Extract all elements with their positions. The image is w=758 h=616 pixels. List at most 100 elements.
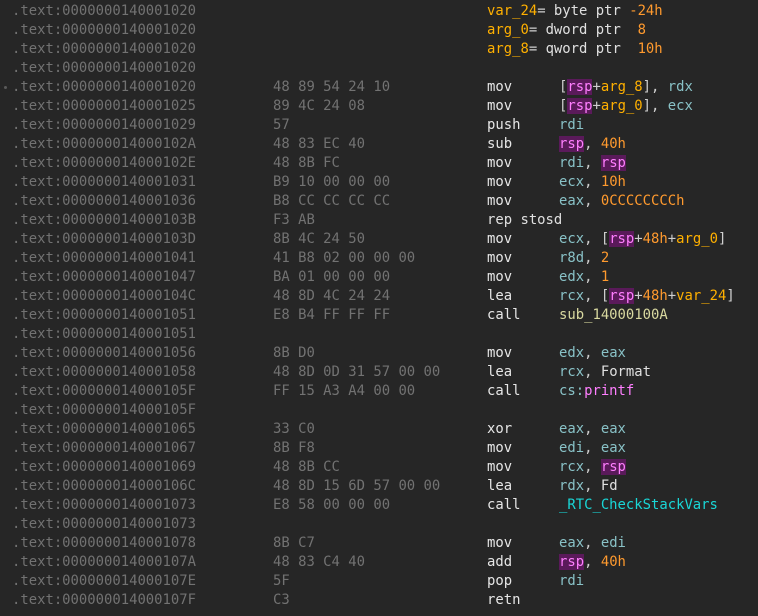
instruction-mnemonic[interactable]: retn [487,591,520,610]
listing-row[interactable]: .text:0000000140001041 41 B8 02 00 00 00 m… [0,249,758,268]
register-token[interactable]: edx [559,269,584,285]
punctuation-token[interactable]: + [592,79,600,95]
highlighted-register-token[interactable]: rsp [609,288,635,304]
instruction-mnemonic[interactable]: call [487,382,520,401]
listing-row[interactable]: .text:000000014000103D 8B 4C 24 50 mov ecx,… [0,230,758,249]
register-token[interactable]: eax [559,535,584,551]
punctuation-token[interactable]: , [584,440,601,456]
instruction-mnemonic[interactable]: lea [487,477,512,496]
number-token[interactable]: 1 [601,269,609,285]
listing-row[interactable]: .text:0000000140001051 [0,325,758,344]
register-token[interactable]: edi [601,535,626,551]
listing-row[interactable]: .text:0000000140001036 B8 CC CC CC CC mov e… [0,192,758,211]
listing-row[interactable]: .text:0000000140001020 48 89 54 24 10 mov [… [0,78,758,97]
register-token[interactable]: ecx [559,231,584,247]
number-token[interactable]: -24h [629,3,662,19]
listing-row[interactable]: .text:0000000140001029 57 push rdi [0,116,758,135]
listing-row[interactable]: .text:000000014000107E 5F pop rdi [0,572,758,591]
function-token[interactable]: _RTC_CheckStackVars [559,497,718,513]
listing-row[interactable]: .text:0000000140001069 48 8B CC mov rcx, rs… [0,458,758,477]
listing-row[interactable]: .text:0000000140001073 [0,515,758,534]
highlighted-register-token[interactable]: rsp [600,459,626,475]
register-token[interactable]: r8d [559,250,584,266]
listing-row[interactable]: .text:0000000140001020 arg_0= dword ptr 8 [0,21,758,40]
instruction-mnemonic[interactable]: mov [487,192,512,211]
instruction-mnemonic[interactable]: xor [487,420,512,439]
punctuation-token[interactable]: + [634,231,642,247]
keyword-token[interactable]: byte ptr [554,3,629,19]
listing-row[interactable]: .text:0000000140001020 arg_8= qword ptr 1… [0,40,758,59]
number-token[interactable]: 40h [601,136,626,152]
punctuation-token[interactable]: = [529,41,546,57]
register-token[interactable]: rdi [559,155,584,171]
variable-token[interactable]: arg_0 [601,98,643,114]
punctuation-token[interactable]: , [584,136,601,152]
variable-token[interactable]: arg_8 [601,79,643,95]
number-token[interactable]: 8 [638,22,646,38]
listing-row[interactable]: .text:0000000140001020 var_24= byte ptr -… [0,2,758,21]
register-token[interactable]: edx [559,345,584,361]
keyword-token[interactable]: qword ptr [546,41,638,57]
variable-token[interactable]: arg_8 [487,41,529,57]
variable-token[interactable]: var_24 [487,3,537,19]
punctuation-token[interactable]: , [584,193,601,209]
instruction-mnemonic[interactable]: mov [487,439,512,458]
instruction-mnemonic[interactable]: mov [487,97,512,116]
punctuation-token[interactable]: ], [643,79,668,95]
number-token[interactable]: 10h [601,174,626,190]
punctuation-token[interactable]: ], [643,98,668,114]
punctuation-token[interactable]: , [584,535,601,551]
punctuation-token[interactable]: , [584,364,601,380]
instruction-mnemonic[interactable]: mov [487,154,512,173]
register-token[interactable]: rdi [559,573,584,589]
listing-row[interactable]: .text:0000000140001020 [0,59,758,78]
symbol-token[interactable]: Format [601,364,651,380]
number-token[interactable]: 48h [643,288,668,304]
listing-row[interactable]: .text:000000014000103B F3 AB rep stosd [0,211,758,230]
punctuation-token[interactable]: , [584,345,601,361]
number-token[interactable]: 48h [643,231,668,247]
punctuation-token[interactable]: = [529,22,546,38]
punctuation-token[interactable]: + [668,231,676,247]
instruction-mnemonic[interactable]: mov [487,534,512,553]
punctuation-token[interactable]: , [584,155,601,171]
listing-row[interactable]: .text:0000000140001073 E8 58 00 00 00 call… [0,496,758,515]
register-token[interactable]: rdx [559,478,584,494]
punctuation-token[interactable]: , [ [584,288,609,304]
register-token[interactable]: eax [601,421,626,437]
instruction-mnemonic[interactable]: pop [487,572,512,591]
disassembly-listing[interactable]: .text:0000000140001020 var_24 = byte ptr -… [0,0,758,616]
instruction-mnemonic[interactable]: lea [487,363,512,382]
highlighted-register-token[interactable]: rsp [567,98,593,114]
punctuation-token[interactable]: , [584,250,601,266]
listing-row[interactable]: .text:0000000140001031 B9 10 00 00 00 mov e… [0,173,758,192]
instruction-mnemonic[interactable]: mov [487,268,512,287]
punctuation-token[interactable]: , [584,554,601,570]
highlighted-register-token[interactable]: rsp [609,231,635,247]
instruction-mnemonic[interactable]: push [487,116,520,135]
listing-row[interactable]: .text:000000014000106C 48 8D 15 6D 57 00 … [0,477,758,496]
instruction-mnemonic[interactable]: call [487,496,520,515]
instruction-mnemonic[interactable]: mov [487,173,512,192]
punctuation-token[interactable]: + [668,288,676,304]
listing-row[interactable]: .text:0000000140001078 8B C7 mov eax, edi [0,534,758,553]
register-token[interactable]: eax [559,421,584,437]
variable-token[interactable]: arg_0 [487,22,529,38]
listing-row[interactable]: .text:000000014000107A 48 83 C4 40 add rsp,… [0,553,758,572]
punctuation-token[interactable]: , [584,421,601,437]
punctuation-token[interactable]: , [584,478,601,494]
instruction-mnemonic[interactable]: lea [487,287,512,306]
listing-row[interactable]: .text:000000014000102E 48 8B FC mov rdi, rs… [0,154,758,173]
register-token[interactable]: eax [601,440,626,456]
listing-row[interactable]: .text:0000000140001025 89 4C 24 08 mov [rsp… [0,97,758,116]
register-token[interactable]: eax [601,345,626,361]
register-token[interactable]: ecx [559,174,584,190]
listing-row[interactable]: .text:000000014000102A 48 83 EC 40 sub rsp,… [0,135,758,154]
import-token[interactable]: printf [584,383,634,399]
highlighted-register-token[interactable]: rsp [559,554,585,570]
listing-row[interactable]: .text:0000000140001065 33 C0 xor eax, eax [0,420,758,439]
register-token[interactable]: rdi [559,117,584,133]
keyword-token[interactable]: dword ptr [546,22,638,38]
listing-row[interactable]: .text:0000000140001067 8B F8 mov edi, eax [0,439,758,458]
punctuation-token[interactable]: ] [718,231,726,247]
